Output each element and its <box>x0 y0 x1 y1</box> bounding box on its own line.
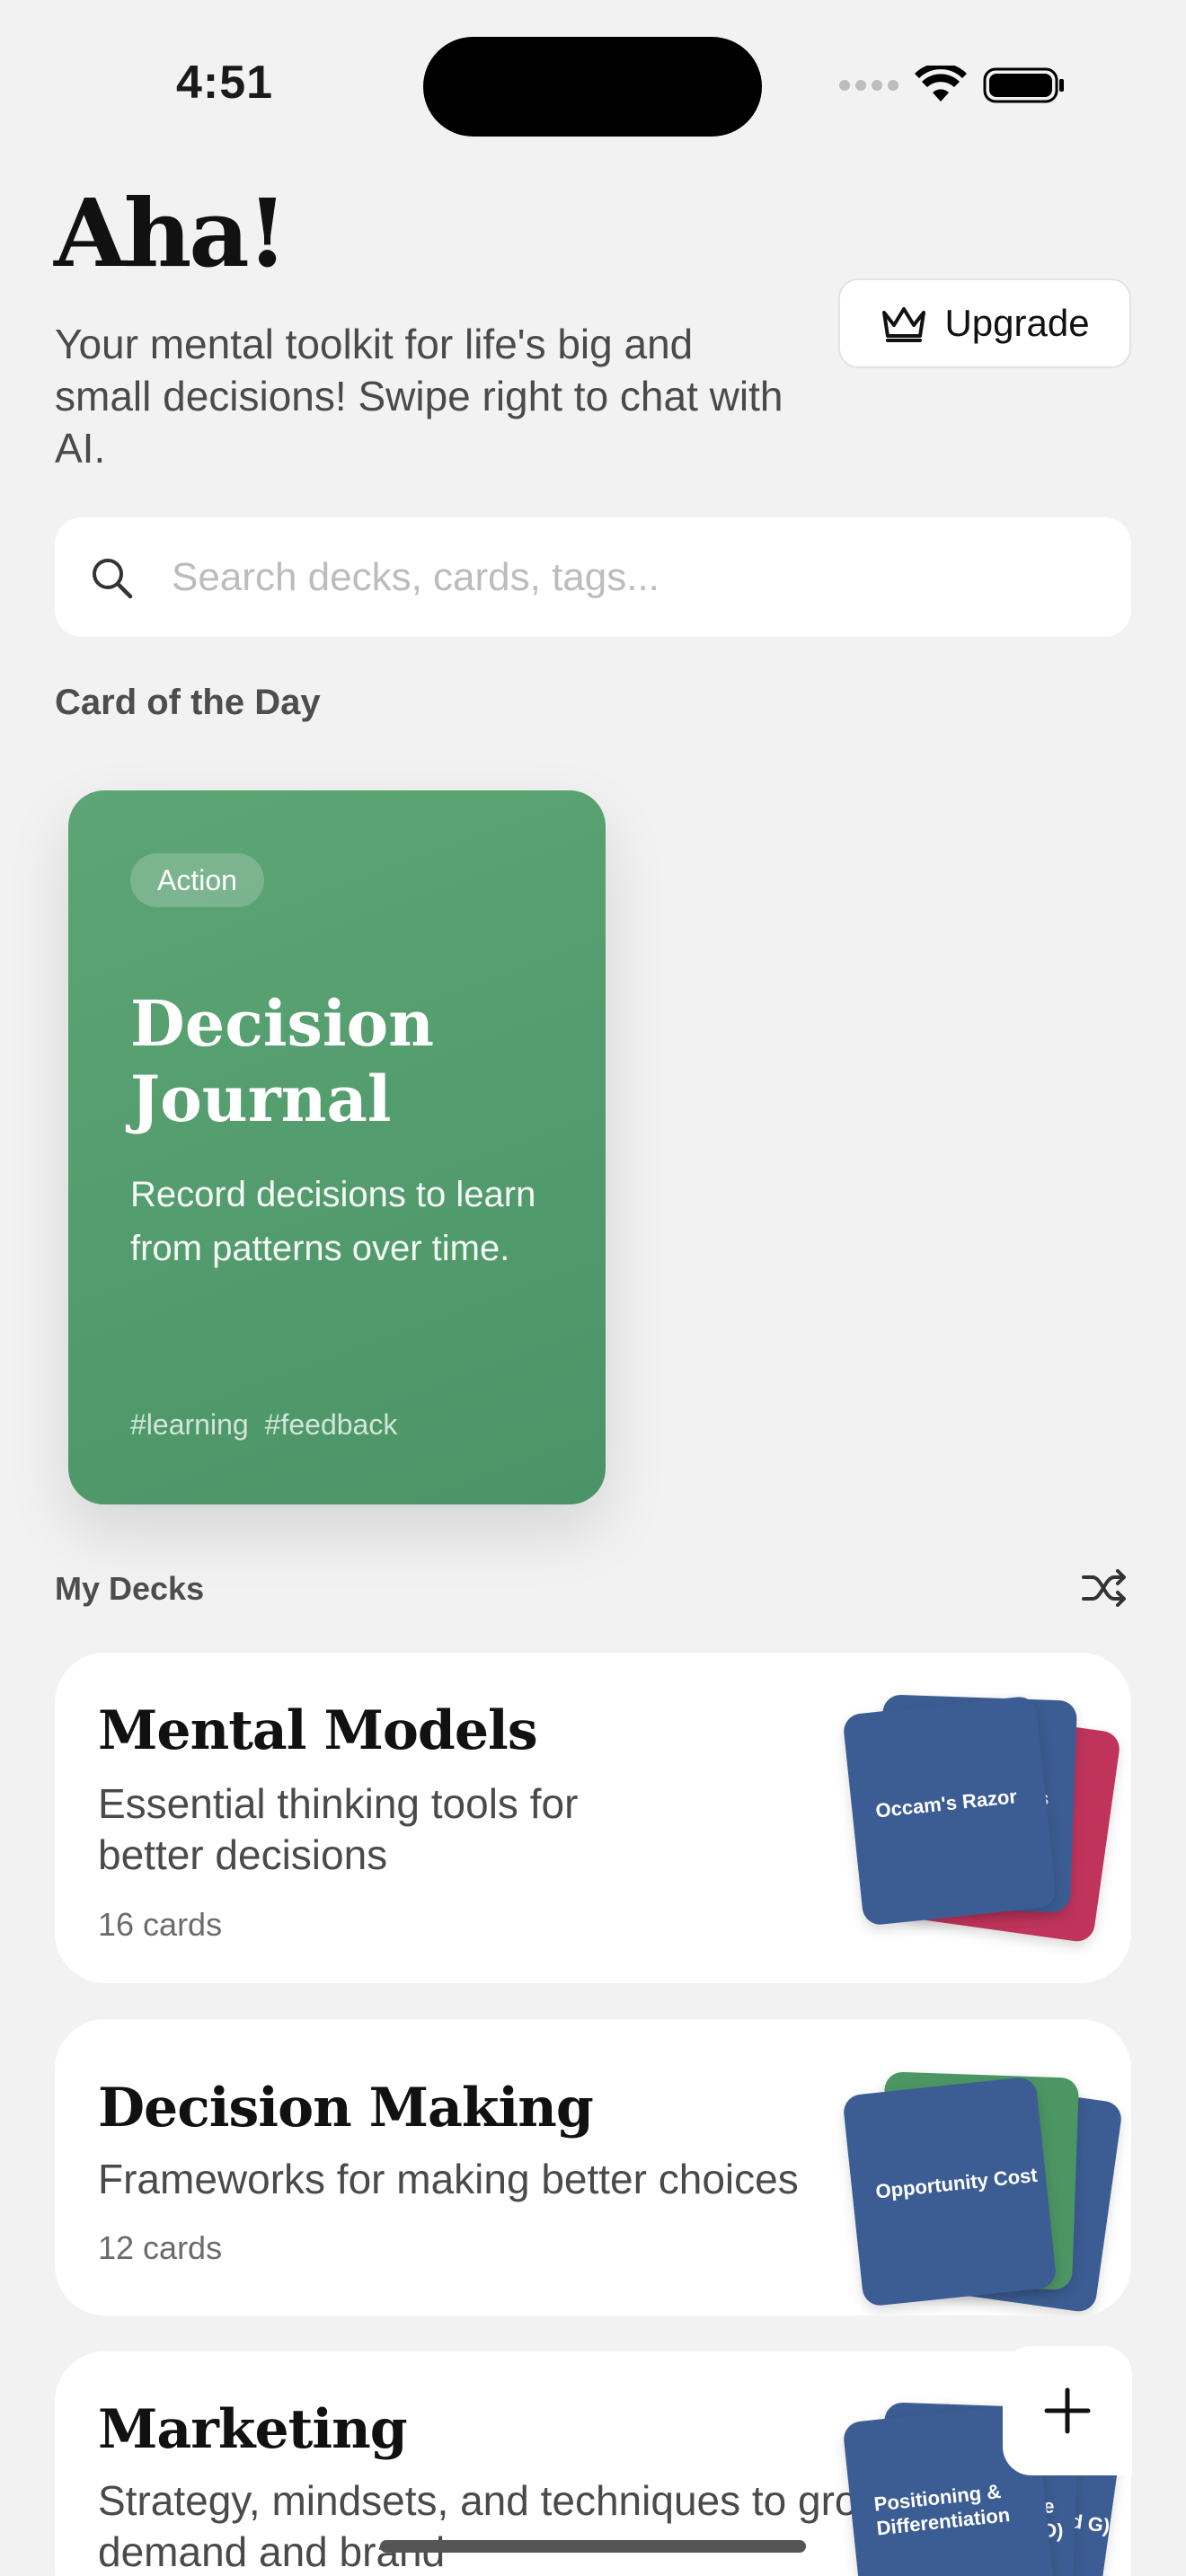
search-icon <box>93 558 133 598</box>
battery-icon <box>983 67 1064 103</box>
my-decks-label: My Decks <box>55 1570 205 1607</box>
deck-title: Marketing <box>98 2398 408 2461</box>
card-description: Record decisions to learn from patterns … <box>130 1175 536 1268</box>
crown-icon <box>882 307 926 342</box>
preview-card: Opportunity Cost <box>842 2076 1058 2307</box>
status-time: 4:51 <box>176 57 274 109</box>
card-of-the-day[interactable]: Action Decision Journal Record decisions… <box>68 790 606 1504</box>
card-of-the-day-label: Card of the Day <box>55 683 321 722</box>
deck-description: Essential thinking tools for better deci… <box>98 1780 579 1878</box>
deck-card-count: 16 cards <box>98 1906 223 1943</box>
deck-preview-stack: ip s Occam's Razor <box>842 1689 1122 1944</box>
dynamic-island <box>423 37 762 137</box>
card-title: Decision Journal <box>130 986 435 1136</box>
deck-description: Frameworks for making better choices <box>98 2156 799 2202</box>
status-icons <box>839 63 1066 108</box>
search-input[interactable]: Search decks, cards, tags... <box>55 517 1131 637</box>
deck-title: Mental Models <box>98 1699 538 1762</box>
wifi-icon <box>915 66 967 101</box>
home-indicator[interactable] <box>380 2540 806 2553</box>
deck-preview-stack: t ule Opportunity Cost <box>842 2055 1124 2314</box>
tag: #learning <box>130 1408 249 1441</box>
add-deck-button[interactable] <box>1003 2346 1132 2475</box>
tag: #feedback <box>264 1408 398 1441</box>
plus-icon <box>1044 2387 1091 2434</box>
category-badge: Action <box>130 853 264 907</box>
cellular-signal-icon <box>839 80 898 91</box>
upgrade-label: Upgrade <box>944 302 1090 344</box>
preview-card: Occam's Razor <box>842 1695 1058 1927</box>
card-tags: #learning #feedback <box>130 1408 397 1442</box>
upgrade-button[interactable]: Upgrade <box>838 278 1131 368</box>
deck-card-count: 12 cards <box>98 2229 223 2266</box>
deck-card-mental-models[interactable]: Mental Models Essential thinking tools f… <box>55 1653 1131 1983</box>
app-subtitle: Your mental toolkit for life's big and s… <box>55 321 783 472</box>
deck-card-decision-making[interactable]: Decision Making Frameworks for making be… <box>55 2019 1131 2316</box>
shuffle-icon[interactable] <box>1080 1566 1128 1610</box>
app-title: Aha! <box>54 178 288 288</box>
search-placeholder: Search decks, cards, tags... <box>172 554 659 599</box>
deck-description: Strategy, mindsets, and techniques to gr… <box>98 2477 888 2575</box>
deck-title: Decision Making <box>98 2077 594 2139</box>
